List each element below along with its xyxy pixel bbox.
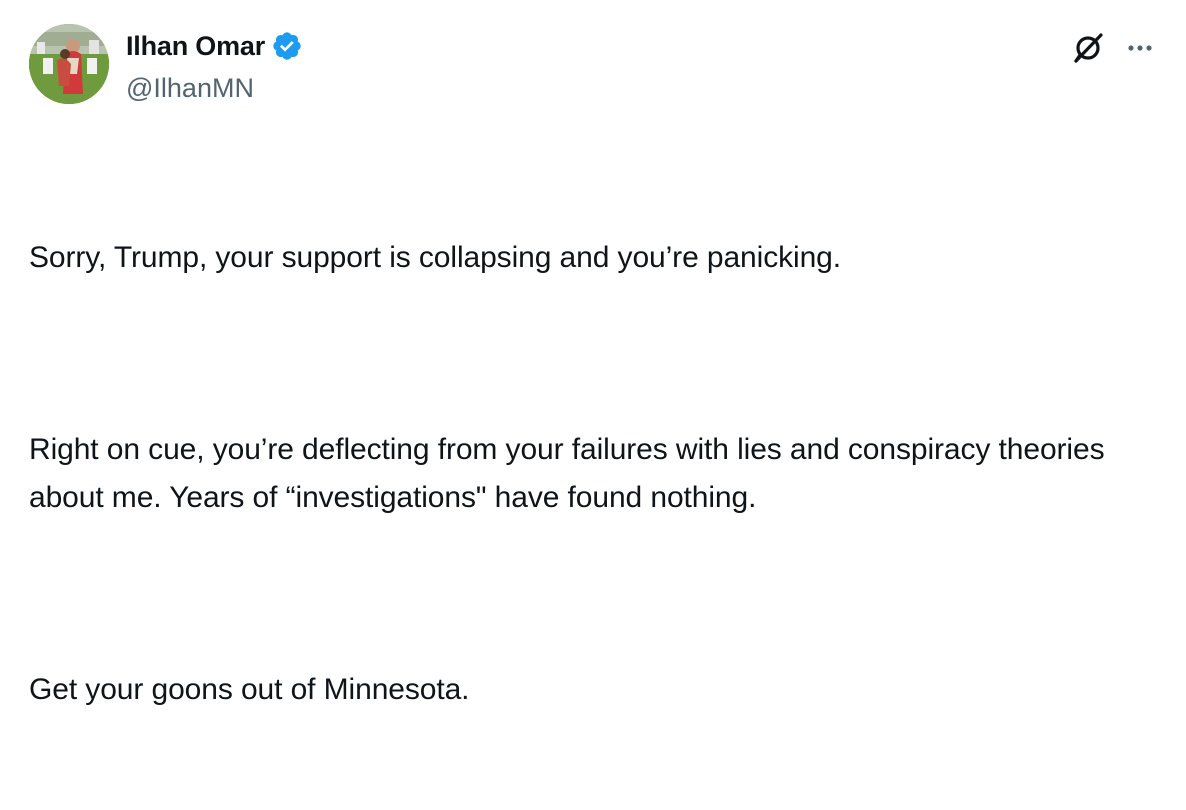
verified-badge-icon — [271, 30, 303, 62]
tweet-paragraph: Sorry, Trump, your support is collapsing… — [29, 241, 841, 274]
tweet-text: Sorry, Trump, your support is collapsing… — [29, 138, 1149, 810]
more-options-button[interactable] — [1118, 26, 1162, 70]
avatar[interactable] — [29, 24, 109, 104]
grok-button[interactable] — [1066, 26, 1110, 70]
tweet-paragraph: Get your goons out of Minnesota. — [29, 673, 470, 706]
tweet-paragraph: Right on cue, you’re deflecting from you… — [29, 433, 1113, 514]
author-name-row: Ilhan Omar — [126, 28, 303, 64]
author-handle[interactable]: @IlhanMN — [126, 70, 254, 106]
more-options-icon — [1128, 45, 1152, 51]
avatar-photo — [29, 24, 109, 104]
author-display-name[interactable]: Ilhan Omar — [126, 28, 265, 64]
grok-icon — [1074, 33, 1103, 63]
tweet-card: Ilhan Omar @IlhanMN Sorry, Trump, your s… — [0, 0, 1186, 706]
